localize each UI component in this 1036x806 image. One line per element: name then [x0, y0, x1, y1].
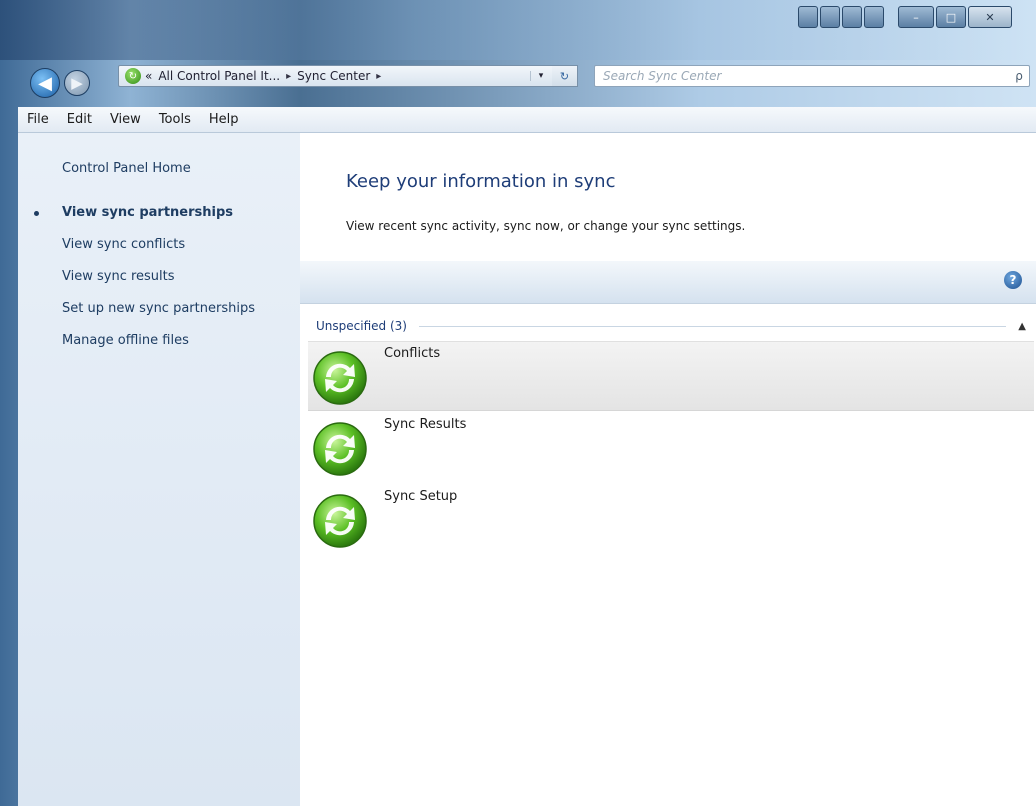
content-area: Control Panel Home View sync partnership…: [18, 133, 1036, 806]
address-bar[interactable]: ↻ « All Control Panel It... ▸ Sync Cente…: [118, 65, 578, 87]
item-label: Sync Results: [384, 417, 467, 432]
group-header[interactable]: Unspecified (3) ▲: [316, 316, 1026, 336]
address-overflow-chevron[interactable]: «: [145, 69, 152, 83]
main-pane: Keep your information in sync View recen…: [300, 133, 1036, 806]
thumb-3[interactable]: [842, 6, 862, 28]
minimize-button[interactable]: –: [898, 6, 934, 28]
active-bullet-icon: [34, 211, 39, 216]
close-button[interactable]: ✕: [968, 6, 1012, 28]
breadcrumb-separator-icon[interactable]: ▸: [286, 71, 291, 82]
address-dropdown-icon[interactable]: ▾: [530, 71, 551, 81]
refresh-button[interactable]: ↻: [552, 65, 578, 87]
back-arrow-icon: ◀: [38, 72, 52, 94]
menu-bar: File Edit View Tools Help: [18, 107, 1036, 133]
menu-view[interactable]: View: [101, 112, 150, 127]
group-divider: [418, 325, 1007, 327]
menu-help[interactable]: Help: [200, 112, 248, 127]
list-item-conflicts[interactable]: Conflicts: [308, 341, 1034, 411]
sync-icon: [313, 351, 367, 405]
maximize-button[interactable]: □: [936, 6, 966, 28]
sync-center-window: – □ ✕ ◀ ▶ ↻ « All Control Panel It... ▸ …: [0, 0, 1036, 806]
menu-edit[interactable]: Edit: [58, 112, 101, 127]
breadcrumb-separator-icon[interactable]: ▸: [376, 71, 381, 82]
breadcrumb-sync-center[interactable]: Sync Center: [297, 69, 370, 83]
sync-icon: [313, 422, 367, 476]
page-description: View recent sync activity, sync now, or …: [346, 219, 746, 233]
list-item-sync-setup[interactable]: Sync Setup: [308, 485, 1034, 553]
item-label: Sync Setup: [384, 489, 458, 504]
menu-file[interactable]: File: [18, 112, 58, 127]
search-input[interactable]: [595, 68, 1009, 84]
sidebar-item-view-sync-conflicts[interactable]: View sync conflicts: [62, 237, 185, 252]
collapse-chevron-icon[interactable]: ▲: [1018, 321, 1026, 332]
menu-tools[interactable]: Tools: [150, 112, 200, 127]
search-box[interactable]: ρ: [594, 65, 1030, 87]
control-panel-home-link[interactable]: Control Panel Home: [62, 161, 191, 176]
forward-arrow-icon: ▶: [71, 74, 83, 92]
group-label: Unspecified (3): [316, 319, 407, 333]
item-label: Conflicts: [384, 346, 441, 361]
sync-center-icon: ↻: [125, 68, 141, 84]
thumb-2[interactable]: [820, 6, 840, 28]
sync-icon: [313, 494, 367, 548]
task-pane: Control Panel Home View sync partnership…: [18, 133, 300, 806]
breadcrumb-control-panel[interactable]: All Control Panel It...: [158, 69, 280, 83]
sidebar-item-view-sync-results[interactable]: View sync results: [62, 269, 175, 284]
back-button[interactable]: ◀: [30, 68, 60, 98]
command-bar: ?: [300, 261, 1036, 304]
sidebar-item-set-up-sync-partnerships[interactable]: Set up new sync partnerships: [62, 301, 255, 316]
forward-button[interactable]: ▶: [64, 70, 90, 96]
page-title: Keep your information in sync: [346, 171, 616, 192]
sidebar-item-manage-offline-files[interactable]: Manage offline files: [62, 333, 189, 348]
thumb-4[interactable]: [864, 6, 884, 28]
thumb-1[interactable]: [798, 6, 818, 28]
search-icon[interactable]: ρ: [1009, 69, 1029, 83]
taskbar-thumbnails: [796, 6, 884, 28]
sidebar-item-view-sync-partnerships[interactable]: View sync partnerships: [62, 205, 233, 220]
help-icon[interactable]: ?: [1004, 271, 1022, 289]
window-controls: – □ ✕: [896, 6, 1012, 28]
list-item-sync-results[interactable]: Sync Results: [308, 413, 1034, 481]
